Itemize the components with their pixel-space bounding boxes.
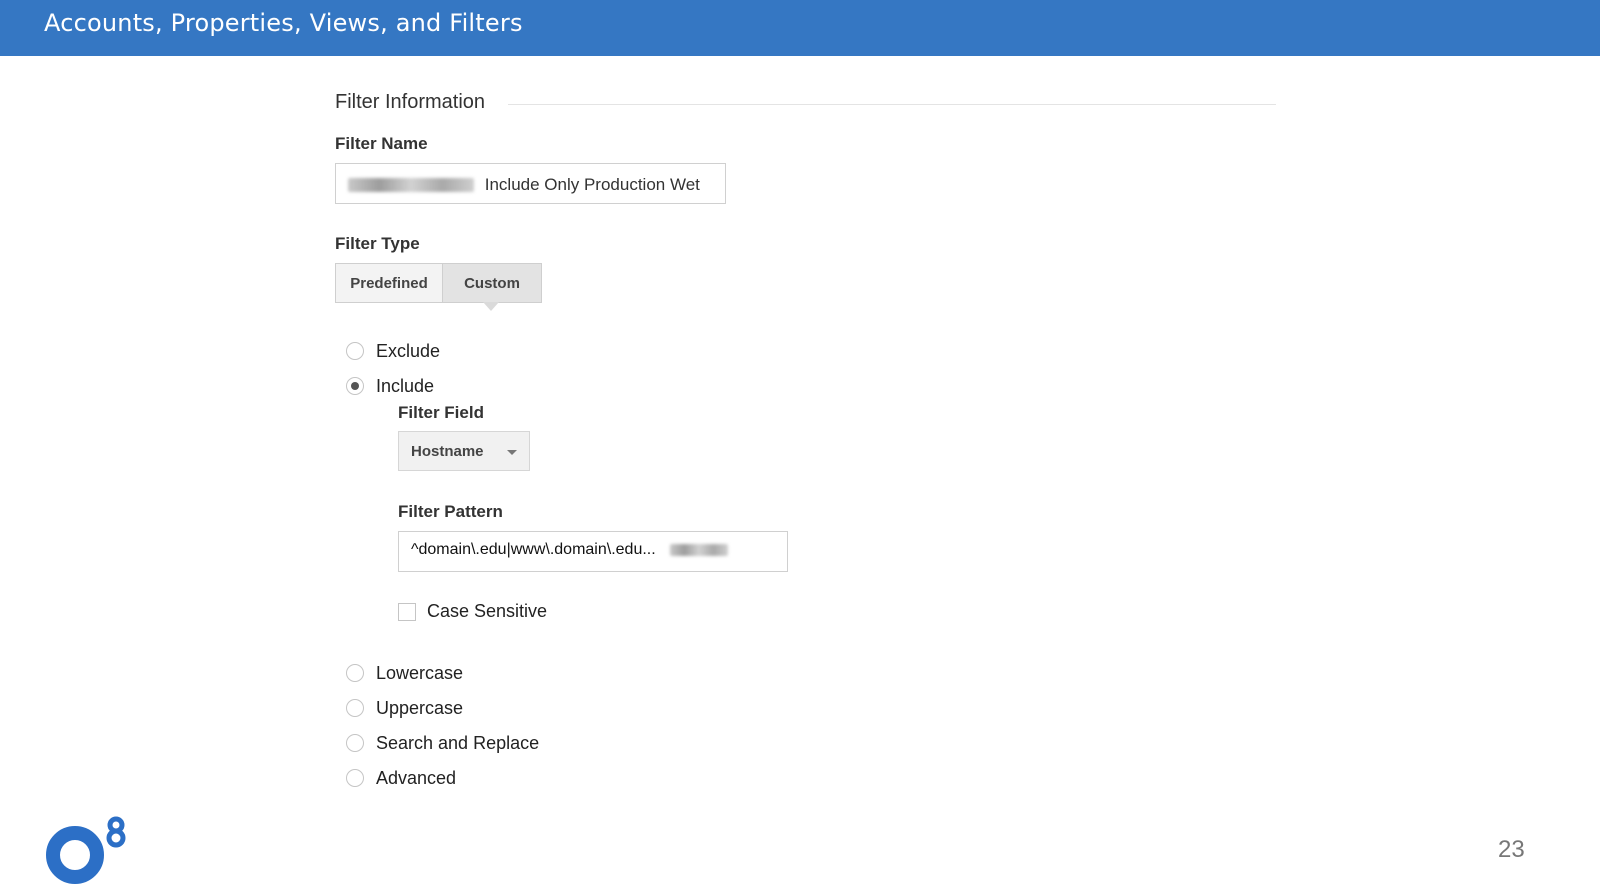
redacted-text	[670, 544, 729, 556]
search-replace-radio[interactable]	[346, 734, 364, 752]
selected-tab-indicator	[483, 302, 499, 311]
search-replace-option[interactable]: Search and Replace	[346, 731, 539, 755]
filter-field-dropdown[interactable]: Hostname	[398, 431, 530, 471]
chevron-down-icon	[507, 450, 517, 455]
uppercase-label: Uppercase	[376, 697, 464, 718]
filter-name-input[interactable]: Include Only Production Wet	[335, 163, 726, 204]
filter-name-label: Filter Name	[335, 134, 428, 153]
filter-pattern-value: ^domain\.edu|www\.domain\.edu...	[411, 541, 656, 558]
include-option[interactable]: Include	[346, 374, 434, 398]
include-radio[interactable]	[346, 377, 364, 395]
exclude-radio[interactable]	[346, 342, 364, 360]
tab-custom[interactable]: Custom	[442, 263, 542, 303]
filter-field-label: Filter Field	[398, 403, 484, 422]
filter-name-value: Include Only Production Wet	[484, 174, 700, 194]
tab-predefined[interactable]: Predefined	[335, 263, 443, 303]
advanced-radio[interactable]	[346, 769, 364, 787]
slide-title: Accounts, Properties, Views, and Filters	[44, 9, 523, 37]
include-label: Include	[376, 375, 435, 396]
uppercase-option[interactable]: Uppercase	[346, 696, 463, 720]
case-sensitive-label: Case Sensitive	[427, 601, 548, 621]
case-sensitive-checkbox[interactable]	[398, 602, 416, 621]
advanced-option[interactable]: Advanced	[346, 766, 456, 790]
filter-type-label: Filter Type	[335, 234, 420, 253]
uppercase-radio[interactable]	[346, 699, 364, 717]
filter-pattern-label: Filter Pattern	[398, 502, 503, 521]
search-replace-label: Search and Replace	[376, 732, 540, 753]
section-divider	[508, 104, 1276, 105]
advanced-label: Advanced	[376, 767, 457, 788]
o8-logo-icon	[46, 816, 126, 884]
exclude-option[interactable]: Exclude	[346, 339, 440, 363]
lowercase-radio[interactable]	[346, 664, 364, 682]
filter-information-heading: Filter Information	[335, 91, 486, 113]
exclude-label: Exclude	[376, 340, 441, 361]
filter-pattern-input[interactable]: ^domain\.edu|www\.domain\.edu...	[398, 531, 788, 572]
redacted-text	[348, 177, 474, 192]
page-number: 23	[1498, 836, 1525, 863]
lowercase-label: Lowercase	[376, 662, 464, 683]
case-sensitive-option[interactable]: Case Sensitive	[398, 601, 547, 622]
slide-header: Accounts, Properties, Views, and Filters	[0, 0, 1600, 56]
filter-field-value: Hostname	[411, 442, 484, 460]
lowercase-option[interactable]: Lowercase	[346, 661, 463, 685]
